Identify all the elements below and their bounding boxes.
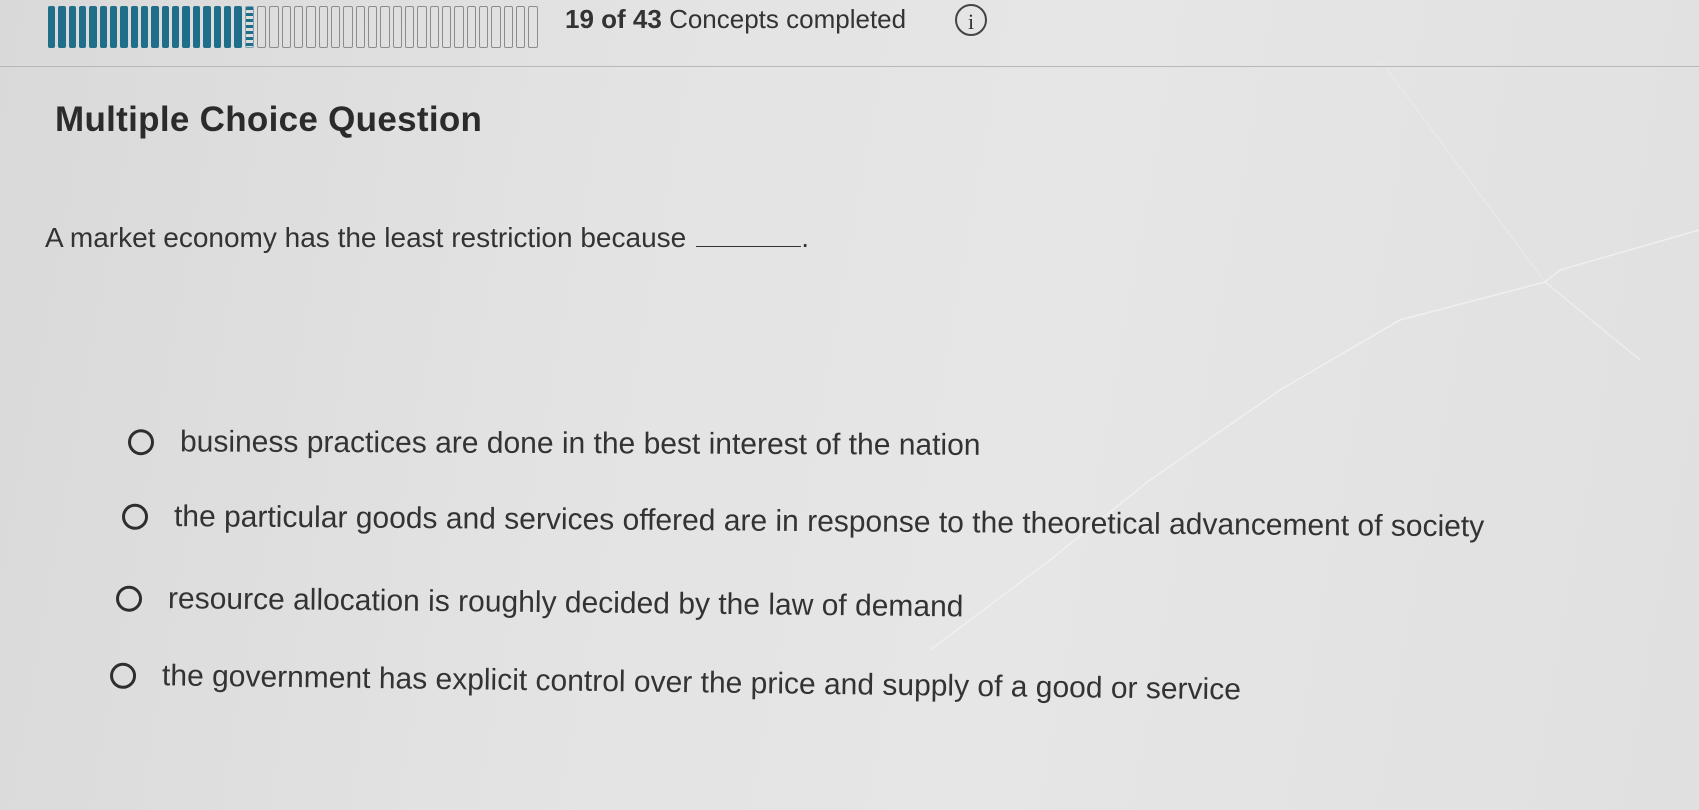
answer-option[interactable]: the particular goods and services offere…: [121, 500, 1485, 545]
answer-option[interactable]: the government has explicit control over…: [109, 659, 1242, 708]
answer-option[interactable]: business practices are done in the best …: [127, 425, 981, 463]
radio-button[interactable]: [127, 429, 155, 456]
radio-button[interactable]: [109, 662, 137, 689]
answer-option[interactable]: resource allocation is roughly decided b…: [115, 582, 964, 625]
answer-option-label: business practices are done in the best …: [179, 425, 981, 462]
radio-button[interactable]: [115, 585, 143, 612]
screen: 19 of 43 Concepts completed i Multiple C…: [0, 0, 1699, 810]
radio-button[interactable]: [121, 503, 149, 530]
answer-option-label: resource allocation is roughly decided b…: [167, 582, 964, 624]
answer-options: business practices are done in the best …: [0, 0, 1699, 810]
answer-option-label: the government has explicit control over…: [161, 659, 1242, 707]
answer-option-label: the particular goods and services offere…: [173, 500, 1485, 544]
